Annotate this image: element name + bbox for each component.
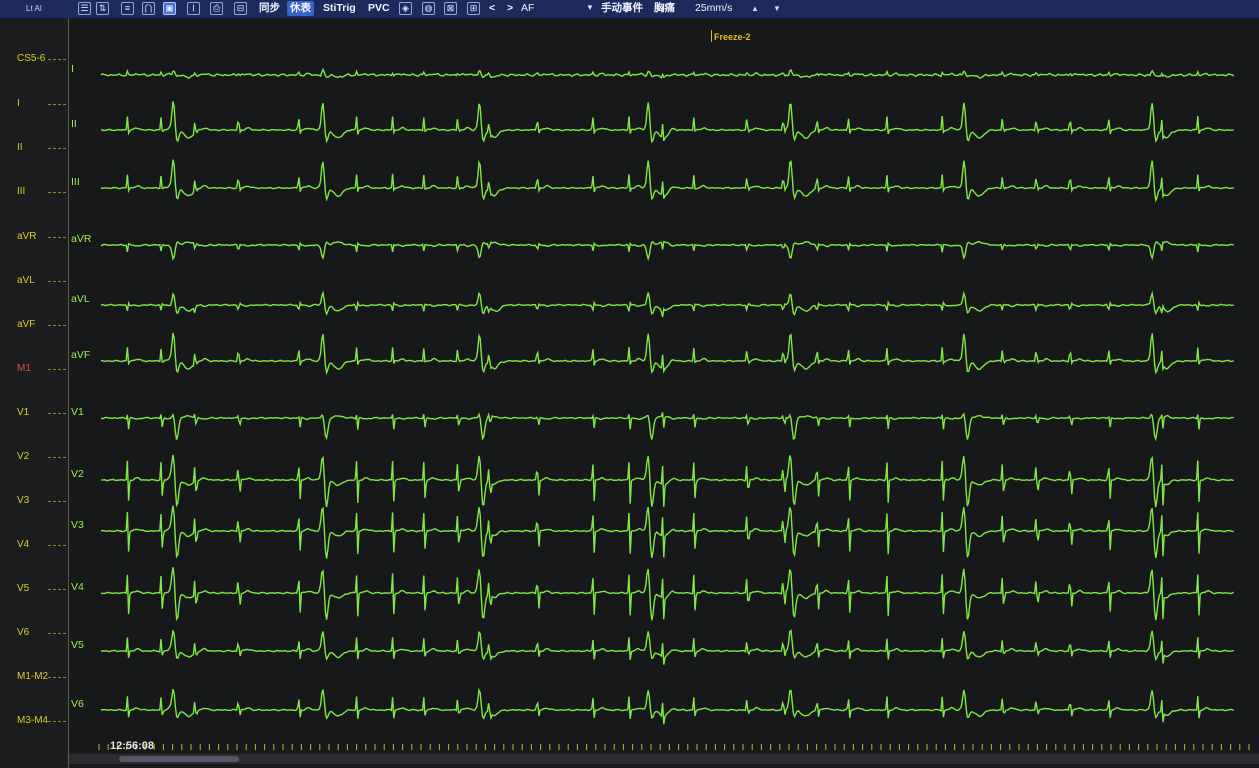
measure-icon[interactable]: I <box>187 2 200 15</box>
channel-tick <box>48 369 66 371</box>
channel-tick <box>48 59 66 61</box>
channel-label-v1: V1 <box>17 407 30 418</box>
channel-tick <box>48 721 66 723</box>
speed-down-button[interactable]: ▼ <box>770 1 784 16</box>
ecg-trace-i <box>100 67 1235 79</box>
channel-tick <box>48 633 66 635</box>
ecg-trace-avf <box>101 332 1234 376</box>
layers-icon[interactable]: ◈ <box>399 2 412 15</box>
trace-label-avf: aVF <box>71 349 91 361</box>
time-label: 12:56:08 <box>110 740 155 752</box>
zoom-icon[interactable]: ⊠ <box>444 2 457 15</box>
channel-label-v5: V5 <box>17 583 30 594</box>
ecg-trace-v5 <box>100 629 1235 665</box>
channel-label-m3-m4: M3-M4 <box>17 715 49 726</box>
trace-label-v4: V4 <box>71 581 84 593</box>
channel-tick <box>48 192 66 194</box>
manual-event-button[interactable]: 手动事件 <box>598 1 646 16</box>
ecg-trace-v1 <box>100 412 1234 442</box>
rest-button[interactable]: 休表 <box>287 1 314 16</box>
trace-label-i: I <box>71 63 74 75</box>
channel-label-column: CS5-6 I II III aVR aVL aVF M1 V1 V2 V3 V4 V5 V6 M1-M2 M… <box>0 18 69 768</box>
ecg-trace-avl <box>100 290 1234 318</box>
channel-label-iii: III <box>17 186 26 197</box>
list-icon[interactable]: ≡ <box>121 2 134 15</box>
channel-tick <box>48 325 66 327</box>
ecg-trace-v2 <box>101 454 1234 508</box>
toolbar-top-left: Lt AI <box>26 4 43 13</box>
channel-tick <box>48 237 66 239</box>
trace-label-v6: V6 <box>71 698 84 710</box>
ecg-plot-area[interactable]: I II III aVR aVL aVF V1 V2 V3 V4 V5 V6 <box>69 18 1259 753</box>
channel-tick <box>48 589 66 591</box>
ecg-trace-iii <box>100 159 1235 203</box>
next-button[interactable]: > <box>504 1 516 16</box>
channel-label-ii: II <box>17 142 23 153</box>
horizontal-scrollbar[interactable] <box>69 754 1259 764</box>
channel-label-v6: V6 <box>17 627 30 638</box>
ecg-trace-avr <box>100 240 1234 262</box>
extra-event-button[interactable]: 胸痛 <box>651 1 678 16</box>
monitor-icon[interactable]: ◍ <box>422 2 435 15</box>
channel-label-m1-m2: M1-M2 <box>17 671 49 682</box>
stitrig-button[interactable]: StiTrig <box>320 1 359 16</box>
sort-icon[interactable]: ⇅ <box>96 2 109 15</box>
channel-tick <box>48 677 66 679</box>
channel-tick <box>48 545 66 547</box>
channel-tick <box>48 413 66 415</box>
channel-label-v2: V2 <box>17 451 30 462</box>
speed-up-button[interactable]: ▲ <box>748 1 762 16</box>
trace-label-v1: V1 <box>71 406 84 418</box>
freeze-label: Freeze-2 <box>714 32 751 42</box>
lines-icon[interactable]: ☰ <box>78 2 91 15</box>
channel-label-cs5-6: CS5-6 <box>17 53 46 64</box>
channel-tick <box>48 457 66 459</box>
speed-select[interactable]: 25mm/s <box>692 1 735 16</box>
channel-label-v4: V4 <box>17 539 30 550</box>
channel-tick <box>48 501 66 503</box>
ecg-waveforms <box>100 67 1235 725</box>
save-icon[interactable]: ▣ <box>163 2 176 15</box>
channel-label-avf: aVF <box>17 319 36 330</box>
ecg-trace-v4 <box>100 567 1235 622</box>
ecg-trace-v3 <box>101 505 1234 559</box>
scrollbar-thumb[interactable] <box>119 756 239 762</box>
trace-label-v5: V5 <box>71 639 84 651</box>
trace-label-iii: III <box>71 176 80 188</box>
grid-icon[interactable]: ⊞ <box>467 2 480 15</box>
print-icon[interactable]: ⎙ <box>210 2 223 15</box>
channel-label-v3: V3 <box>17 495 30 506</box>
caliper-icon[interactable]: ⋂ <box>142 2 155 15</box>
chevron-down-icon[interactable]: ▼ <box>585 2 595 15</box>
rhythm-select[interactable]: AF <box>518 1 537 16</box>
trace-label-v3: V3 <box>71 519 84 531</box>
printer-icon[interactable]: ⊟ <box>234 2 247 15</box>
time-axis <box>98 744 1250 750</box>
channel-label-avr: aVR <box>17 231 37 242</box>
channel-tick <box>48 281 66 283</box>
trace-label-ii: II <box>71 118 77 130</box>
trace-label-avr: aVR <box>71 233 92 245</box>
channel-tick <box>48 148 66 150</box>
sync-button[interactable]: 同步 <box>256 1 283 16</box>
ecg-trace-ii <box>100 101 1234 144</box>
pvc-button[interactable]: PVC <box>365 1 393 16</box>
ecg-trace-v6 <box>100 687 1235 725</box>
channel-label-m1: M1 <box>17 363 31 374</box>
toolbar: Lt AI ☰ ⇅ ≡ ⋂ ▣ I ⎙ ⊟ 同步 休表 StiTrig PVC … <box>0 0 1259 19</box>
channel-label-avl: aVL <box>17 275 35 286</box>
channel-tick <box>48 104 66 106</box>
trace-label-avl: aVL <box>71 293 90 305</box>
prev-button[interactable]: < <box>486 1 498 16</box>
freeze-marker[interactable] <box>711 30 712 42</box>
channel-label-i: I <box>17 98 20 109</box>
trace-label-v2: V2 <box>71 468 84 480</box>
